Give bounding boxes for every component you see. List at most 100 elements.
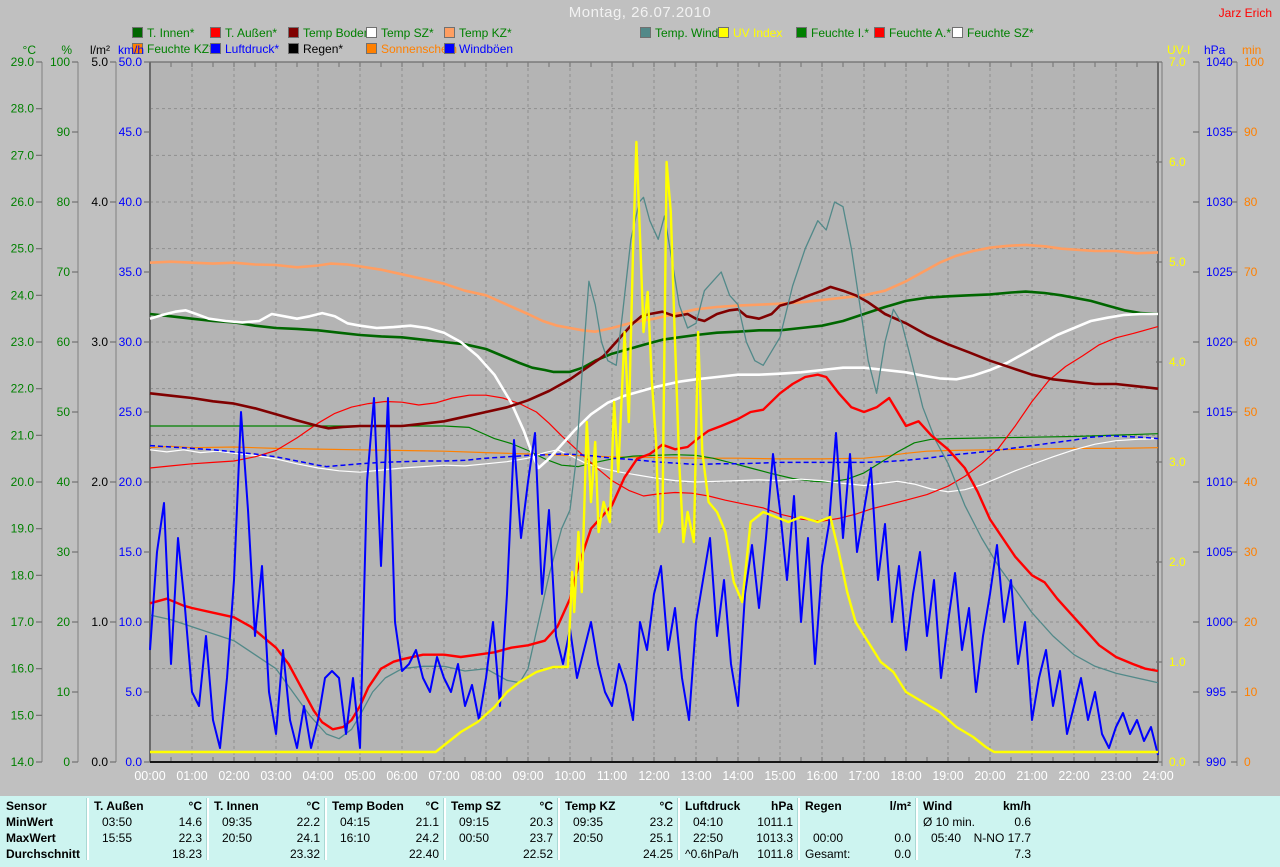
x-axis-label: 18:00 <box>890 769 921 783</box>
table-cell: Wind <box>923 799 953 813</box>
table-cell: 14.6 <box>178 815 202 829</box>
table-cell: N-NO 17.7 <box>973 831 1031 845</box>
axis-tick-label: 50 <box>1244 405 1258 419</box>
x-axis-label: 10:00 <box>554 769 585 783</box>
x-axis-label: 17:00 <box>848 769 879 783</box>
axis-tick-label: 2.0 <box>1169 555 1186 569</box>
x-axis-label: 20:00 <box>974 769 1005 783</box>
axis-tick-label: 0 <box>1244 755 1251 769</box>
x-axis-label: 02:00 <box>218 769 249 783</box>
axis-tick-label: 1010 <box>1206 475 1233 489</box>
axis-tick-label: 1030 <box>1206 195 1233 209</box>
axis-tick-label: 28.0 <box>11 102 35 116</box>
axis-tick-label: 100 <box>1244 55 1264 69</box>
table-cell: 22.52 <box>522 847 553 861</box>
axis-tick-label: 14.0 <box>11 755 35 769</box>
table-cell: 21.1 <box>415 815 439 829</box>
axis-tick-label: 17.0 <box>11 615 35 629</box>
axis-tick-label: 3.0 <box>91 335 108 349</box>
axis-tick-label: 21.0 <box>11 428 35 442</box>
axis-tick-label: 20.0 <box>11 475 35 489</box>
axis-tick-label: 10 <box>1244 685 1258 699</box>
table-cell: 24.25 <box>642 847 673 861</box>
table-cell: Regen <box>805 799 842 813</box>
axis-tick-label: 50 <box>57 405 71 419</box>
x-axis-label: 16:00 <box>806 769 837 783</box>
axis-tick-label: 90 <box>1244 125 1258 139</box>
table-cell: T. Innen <box>214 799 259 813</box>
axis-tick-label: 20 <box>1244 615 1258 629</box>
axis-tick-label: 15.0 <box>119 545 143 559</box>
table-cell: 0.0 <box>894 847 911 861</box>
table-cell: 22.3 <box>178 831 202 845</box>
axis-tick-label: 990 <box>1206 755 1226 769</box>
table-cell: 24.1 <box>296 831 320 845</box>
axis-tick-label: 16.0 <box>11 662 35 676</box>
axis-tick-label: 1020 <box>1206 335 1233 349</box>
axis-tick-label: 5.0 <box>125 685 142 699</box>
table-cell: 1011.8 <box>757 847 793 861</box>
axis-tick-label: 45.0 <box>119 125 143 139</box>
table-cell: °C <box>659 799 673 813</box>
axis-tick-label: 22.0 <box>11 382 35 396</box>
x-axis-label: 07:00 <box>428 769 459 783</box>
table-cell: °C <box>425 799 439 813</box>
axis-tick-label: 23.0 <box>11 335 35 349</box>
table-cell: Temp KZ <box>565 799 616 813</box>
axis-tick-label: 2.0 <box>91 475 108 489</box>
table-cell: 20.3 <box>529 815 553 829</box>
axis-tick-label: 0.0 <box>91 755 108 769</box>
table-cell: °C <box>188 799 202 813</box>
axis-tick-label: 1035 <box>1206 125 1233 139</box>
table-cell: 0.0 <box>894 831 911 845</box>
axis-tick-label: 15.0 <box>11 708 35 722</box>
axis-tick-label: 30.0 <box>119 335 143 349</box>
x-axis-label: 03:00 <box>260 769 291 783</box>
axis-tick-label: 27.0 <box>11 148 35 162</box>
axis-tick-label: 1005 <box>1206 545 1233 559</box>
axis-tick-label: 40 <box>1244 475 1258 489</box>
table-column-separator <box>797 798 800 860</box>
axis-tick-label: 60 <box>57 335 71 349</box>
table-cell: 22.40 <box>408 847 439 861</box>
x-axis-label: 11:00 <box>597 769 627 783</box>
x-axis-label: 23:00 <box>1100 769 1131 783</box>
table-cell: km/h <box>1002 799 1031 813</box>
x-axis-label: 13:00 <box>680 769 711 783</box>
axis-tick-label: 1000 <box>1206 615 1233 629</box>
axis-tick-label: 18.0 <box>11 568 35 582</box>
table-column-separator <box>557 798 560 860</box>
axis-tick-label: 20.0 <box>119 475 143 489</box>
table-cell: hPa <box>770 799 793 813</box>
axis-tick-label: 30 <box>1244 545 1258 559</box>
axis-tick-label: 20 <box>57 615 71 629</box>
table-column-separator <box>915 798 918 860</box>
table-cell: 25.1 <box>649 831 673 845</box>
axis-tick-label: 70 <box>1244 265 1258 279</box>
axis-tick-label: 1.0 <box>91 615 108 629</box>
x-axis-label: 00:00 <box>134 769 165 783</box>
table-column-separator <box>677 798 680 860</box>
table-cell: Durchschnitt <box>6 847 81 861</box>
axis-tick-label: 4.0 <box>1169 355 1186 369</box>
x-axis-label: 22:00 <box>1058 769 1089 783</box>
x-axis-label: 08:00 <box>470 769 501 783</box>
axis-tick-label: 19.0 <box>11 522 35 536</box>
x-axis-label: 14:00 <box>722 769 753 783</box>
axis-tick-label: 90 <box>57 125 71 139</box>
axis-tick-label: 0.0 <box>125 755 142 769</box>
axis-tick-label: 995 <box>1206 685 1226 699</box>
table-column-separator <box>324 798 327 860</box>
axis-tick-label: 29.0 <box>11 55 35 69</box>
table-cell: 7.3 <box>1014 847 1031 861</box>
x-axis-label: 19:00 <box>932 769 963 783</box>
weather-app-window: Montag, 26.07.2010 Jarz Erich T. Innen* T… <box>0 0 1280 867</box>
axis-tick-label: 30 <box>57 545 71 559</box>
table-cell: l/m² <box>889 799 911 813</box>
x-axis-label: 04:00 <box>302 769 333 783</box>
table-cell: °C <box>306 799 320 813</box>
axis-tick-label: 0.0 <box>1169 755 1186 769</box>
x-axis-label: 24:00 <box>1142 769 1173 783</box>
table-cell: MinWert <box>6 815 54 829</box>
chart-area: °C29.028.027.026.025.024.023.022.021.020… <box>11 43 1265 783</box>
